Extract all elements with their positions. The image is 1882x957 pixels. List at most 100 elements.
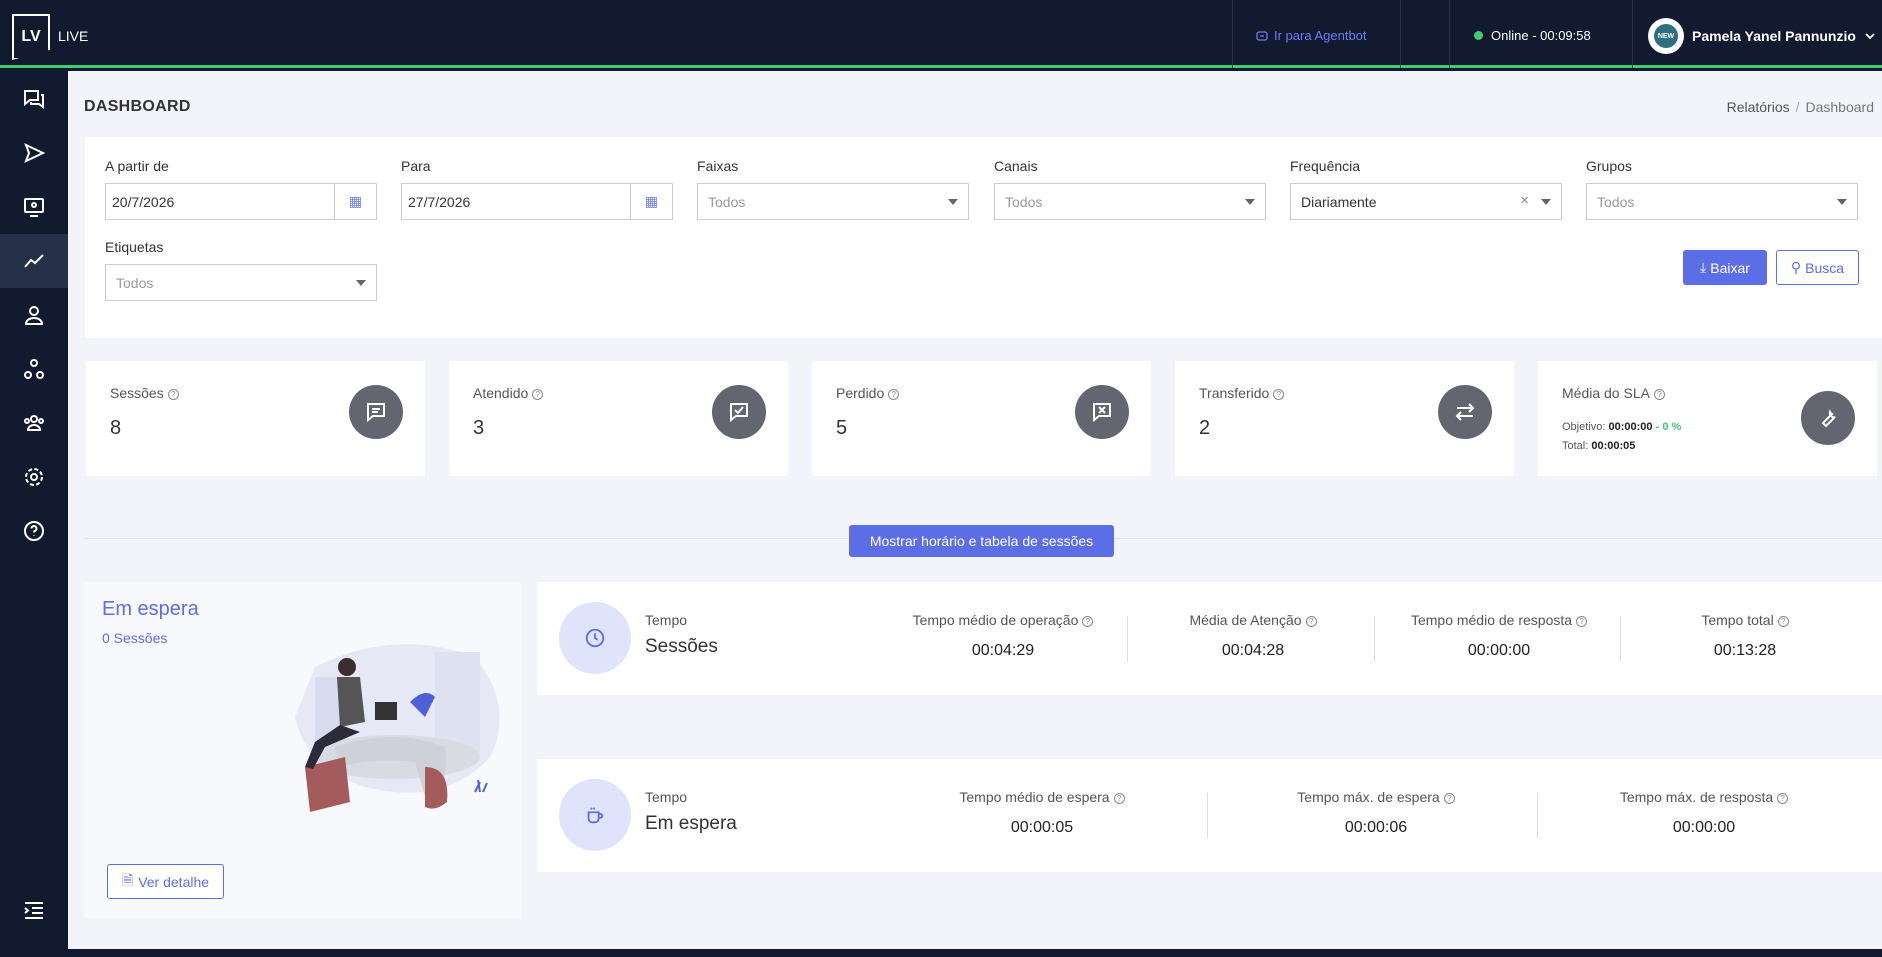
groups-select[interactable]: Todos [1586, 183, 1858, 220]
metric-label-text: Média de Atenção [1189, 612, 1302, 628]
sidebar-item-reports[interactable] [0, 234, 68, 288]
metric-value: 00:00:05 [1010, 819, 1074, 836]
divider [1620, 616, 1621, 661]
calendar-icon[interactable]: ▦ [334, 184, 376, 219]
agentbot-link[interactable]: Ir para Agentbot [1256, 28, 1367, 43]
metric-label: Média de Atenção? [1153, 612, 1353, 628]
help-icon[interactable]: ? [1082, 616, 1094, 627]
sla-objective-value: 00:00:00 [1608, 421, 1653, 433]
metric-label-text: Tempo total [1701, 612, 1774, 628]
help-icon[interactable]: ? [1576, 616, 1588, 627]
sidebar-collapse-button[interactable] [0, 884, 68, 938]
waiting-title: Em espera [102, 598, 199, 620]
help-icon [24, 521, 44, 541]
channels-select-value: Todos [1005, 193, 1043, 210]
search-button[interactable]: ⚲ Busca [1776, 250, 1859, 285]
download-button[interactable]: ⤓ Baixar [1683, 250, 1767, 285]
settings-icon [25, 468, 43, 486]
sidebar-item-chat[interactable] [0, 72, 68, 126]
stats-title: Sessões [645, 636, 718, 657]
sidebar-item-settings[interactable] [0, 450, 68, 504]
caret-down-icon [1837, 199, 1847, 205]
help-icon[interactable]: ? [1113, 793, 1125, 804]
waiting-sessions-count[interactable]: 0 Sessões [102, 630, 167, 646]
logo[interactable]: LV [12, 14, 50, 60]
card-value: 8 [110, 417, 122, 439]
send-icon [24, 143, 46, 163]
chart-line-icon [24, 254, 44, 268]
help-icon[interactable]: ? [532, 389, 544, 400]
channels-select[interactable]: Todos [994, 183, 1266, 220]
desk-illustration [295, 644, 500, 812]
sidebar-item-help[interactable] [0, 504, 68, 558]
sidebar-item-network[interactable] [0, 342, 68, 396]
divider [1632, 0, 1633, 68]
view-detail-button[interactable]: 🗎 Ver detalhe [107, 864, 224, 899]
frequency-select[interactable]: Diariamente × [1290, 183, 1562, 220]
metric-value: 00:00:06 [1344, 819, 1408, 836]
bands-select[interactable]: Todos [697, 183, 969, 220]
message-x-icon [1075, 385, 1129, 439]
frequency-label: Frequência [1290, 158, 1361, 174]
metric-label: Tempo máx. de resposta? [1604, 789, 1804, 805]
user-icon [24, 306, 44, 325]
card-transferred: Transferido? 2 [1175, 361, 1514, 476]
stats-small-label: Tempo [645, 612, 688, 628]
divider [1449, 0, 1450, 68]
help-icon[interactable]: ? [1443, 793, 1455, 804]
metric-label: Tempo médio de espera? [942, 789, 1142, 805]
user-menu[interactable]: NEW Pamela Yanel Pannunzio [1648, 18, 1876, 54]
sidebar-item-team[interactable] [0, 396, 68, 450]
sidebar-item-send[interactable] [0, 126, 68, 180]
transfer-arrows-icon [1438, 385, 1492, 439]
sla-total-label: Total: [1562, 440, 1589, 452]
bands-label: Faixas [697, 158, 739, 174]
tags-select[interactable]: Todos [105, 264, 377, 301]
online-dot-icon [1474, 31, 1483, 40]
download-button-label: Baixar [1710, 259, 1750, 276]
help-icon[interactable]: ? [1305, 616, 1317, 627]
breadcrumb-reports[interactable]: Relatórios [1727, 99, 1790, 115]
online-status[interactable]: Online - 00:09:58 [1474, 28, 1591, 43]
help-icon[interactable]: ? [167, 389, 179, 400]
chevron-down-icon [1865, 33, 1875, 40]
clear-icon[interactable]: × [1520, 192, 1529, 209]
calendar-icon[interactable]: ▦ [630, 184, 672, 219]
divider [1207, 793, 1208, 838]
sidebar-item-users[interactable] [0, 288, 68, 342]
help-icon[interactable]: ? [1653, 389, 1665, 400]
wrench-icon [1801, 391, 1855, 445]
coffee-cup-icon [559, 779, 631, 851]
app-name: LIVE [58, 28, 89, 44]
card-label-text: Transferido [1199, 385, 1270, 401]
message-icon [349, 385, 403, 439]
metric-value: 00:13:28 [1713, 642, 1777, 659]
to-date-field[interactable]: 27/7/2026 ▦ [401, 183, 673, 220]
help-icon[interactable]: ? [1273, 389, 1285, 400]
from-date-field[interactable]: 20/7/2026 ▦ [105, 183, 377, 220]
avatar-badge: NEW [1654, 24, 1678, 48]
help-icon[interactable]: ? [888, 389, 900, 400]
caret-down-icon [948, 199, 958, 205]
divider [1400, 0, 1401, 68]
to-label: Para [401, 158, 431, 174]
help-icon[interactable]: ? [1777, 616, 1789, 627]
help-icon[interactable]: ? [1777, 793, 1789, 804]
network-icon [24, 359, 44, 379]
metric-total-time: Tempo total? 00:13:28 [1645, 612, 1845, 660]
card-sla: Média do SLA? Objetivo: 00:00:00 - 0 % T… [1538, 361, 1877, 476]
card-label: Média do SLA? [1562, 385, 1665, 401]
sidebar-item-monitor[interactable] [0, 180, 68, 234]
show-sessions-table-button[interactable]: Mostrar horário e tabela de sessões [849, 525, 1114, 557]
metric-avg-response: Tempo médio de resposta? 00:00:00 [1399, 612, 1599, 660]
groups-label: Grupos [1586, 158, 1632, 174]
metric-avg-operation: Tempo médio de operação? 00:04:29 [903, 612, 1103, 660]
main-content: DASHBOARD Relatórios / Dashboard A partir … [68, 71, 1882, 949]
page-title: DASHBOARD [84, 98, 191, 115]
card-label-text: Atendido [473, 385, 529, 401]
bands-select-value: Todos [708, 193, 746, 210]
metric-label-text: Tempo médio de operação [912, 612, 1079, 628]
stats-small-label: Tempo [645, 789, 688, 805]
search-button-label: Busca [1805, 259, 1845, 276]
collapse-menu-icon [24, 902, 43, 919]
